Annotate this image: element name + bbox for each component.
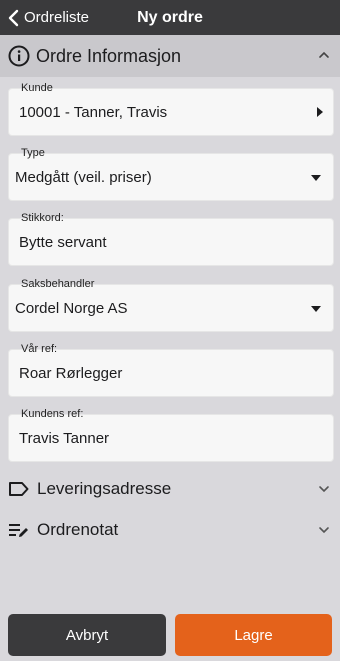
our-ref-value: Roar Rørlegger [19, 365, 123, 382]
case-handler-value: Cordel Norge AS [15, 300, 128, 317]
customer-label: Kunde [20, 82, 54, 95]
back-button[interactable]: Ordreliste [6, 0, 89, 35]
caret-right-icon [317, 107, 323, 117]
back-label: Ordreliste [24, 9, 90, 26]
navigation-bar: Ordreliste Ny ordre [0, 0, 340, 35]
customer-ref-label: Kundens ref: [20, 408, 85, 421]
delivery-address-label: Leveringsadresse [37, 479, 172, 498]
order-info-section-header[interactable]: Ordre Informasjon [0, 35, 340, 77]
customer-ref-value: Travis Tanner [19, 430, 110, 447]
type-value: Medgått (veil. priser) [15, 169, 152, 186]
customer-ref-input[interactable]: Kundens ref: Travis Tanner [8, 408, 334, 462]
type-label: Type [20, 147, 46, 160]
section-title: Ordre Informasjon [36, 45, 182, 66]
chevron-up-icon [319, 51, 329, 58]
edit-notes-icon [9, 524, 28, 537]
keyword-input[interactable]: Stikkord: Bytte servant [8, 212, 334, 266]
order-note-section[interactable]: Ordrenotat [0, 514, 340, 546]
info-icon [8, 45, 30, 67]
keyword-label: Stikkord: [20, 212, 65, 225]
case-handler-select[interactable]: Saksbehandler Cordel Norge AS [8, 278, 334, 332]
case-handler-label: Saksbehandler [20, 278, 96, 291]
chevron-down-icon [319, 527, 329, 534]
type-select[interactable]: Type Medgått (veil. priser) [8, 147, 334, 201]
our-ref-label: Vår ref: [20, 343, 59, 356]
keyword-value: Bytte servant [19, 234, 107, 251]
chevron-down-icon [319, 486, 329, 493]
delivery-address-section[interactable]: Leveringsadresse [0, 473, 340, 505]
caret-down-icon [311, 175, 321, 181]
order-note-label: Ordrenotat [37, 520, 119, 539]
customer-value: 10001 - Tanner, Travis [19, 104, 168, 121]
chevron-left-icon [8, 9, 19, 26]
caret-down-icon [311, 306, 321, 312]
save-button[interactable]: Lagre [175, 614, 332, 656]
label-tag-icon [9, 482, 29, 496]
cancel-button[interactable]: Avbryt [8, 614, 166, 656]
customer-field[interactable]: Kunde 10001 - Tanner, Travis [8, 82, 334, 136]
our-ref-input[interactable]: Vår ref: Roar Rørlegger [8, 343, 334, 397]
